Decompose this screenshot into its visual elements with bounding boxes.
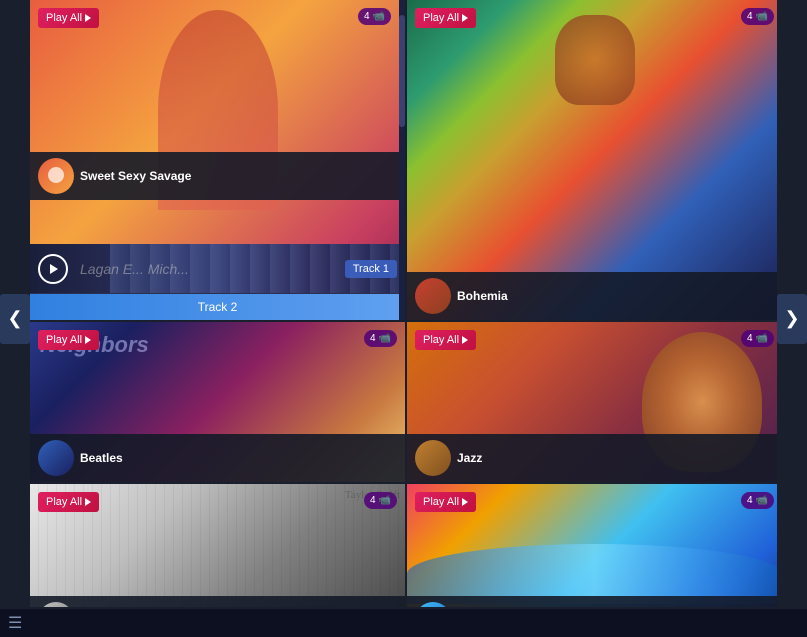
card-bohemia: Play All 4 📹 Bohemia [407, 0, 777, 320]
beetles-title: Beatles [80, 451, 123, 465]
play-all-button[interactable]: Play All [38, 8, 99, 28]
chevron-right-icon: ❯ [784, 308, 799, 329]
card-scrollbar[interactable] [399, 0, 405, 320]
card-info-bar: Sweet Sexy Savage [30, 152, 405, 200]
jazz-camera-icon: 📹 [756, 333, 768, 344]
play-all-bad-neeks-label: Play All [46, 496, 82, 508]
menu-icon[interactable]: ☰ [8, 613, 22, 633]
play-arrow-icon [85, 14, 91, 22]
jazz-video-badge: 4 📹 [741, 330, 774, 347]
play-all-jazz-button[interactable]: Play All [415, 330, 476, 350]
beetles-video-badge: 4 📹 [364, 330, 397, 347]
track-play-button[interactable] [38, 254, 68, 284]
bad-neeks-card-info: Bad Neeks [30, 596, 405, 607]
phonera-camera-icon: 📹 [756, 495, 768, 506]
bad-neeks-video-count: 4 [370, 495, 376, 506]
nav-left-button[interactable]: ❮ [0, 294, 30, 344]
bad-neeks-camera-icon: 📹 [379, 495, 391, 506]
card-beetles: Neighbors Play All 4 📹 Beatles [30, 322, 405, 482]
phonera-card-info: Phonera Mix Feat MNM [407, 596, 777, 607]
jazz-title: Jazz [457, 451, 482, 465]
wave-shape [407, 544, 777, 604]
avatar-head [48, 167, 64, 183]
bad-neeks-video-badge: 4 📹 [364, 492, 397, 509]
bohemia-card-info: Bohemia [407, 272, 777, 320]
nav-right-button[interactable]: ❯ [777, 294, 807, 344]
artist-avatar [38, 158, 74, 194]
camera-icon: 📹 [373, 11, 385, 22]
bohemia-avatar [415, 278, 451, 314]
track-list: Lagan E... Mich... Track 1 Track 2 [30, 244, 405, 320]
bohemia-title: Bohemia [457, 289, 508, 303]
jazz-video-count: 4 [747, 333, 753, 344]
card-phonera-mix: Play All 4 📹 Phonera Mix Feat MNM [407, 484, 777, 607]
play-all-jazz-label: Play All [423, 334, 459, 346]
chevron-left-icon: ❮ [7, 308, 22, 329]
phonera-video-count: 4 [747, 495, 753, 506]
track-play-icon [50, 264, 58, 274]
card-jazz: Play All 4 📹 Jazz [407, 322, 777, 482]
phonera-video-badge: 4 📹 [741, 492, 774, 509]
scrollbar-thumb [399, 15, 405, 127]
jazz-card-info: Jazz [407, 434, 777, 482]
play-arrow-phonera-icon [462, 498, 468, 506]
jazz-avatar [415, 440, 451, 476]
bohemia-camera-icon: 📹 [756, 11, 768, 22]
track-2-bar[interactable]: Track 2 [30, 294, 405, 320]
bottom-bar: ☰ [0, 609, 807, 637]
face-shape [555, 15, 635, 105]
video-count: 4 [364, 11, 370, 22]
beetles-video-count: 4 [370, 333, 376, 344]
play-all-bohemia-button[interactable]: Play All [415, 8, 476, 28]
play-all-bohemia-label: Play All [423, 12, 459, 24]
card-sweet-sexy-savage: Play All 4 📹 Sweet Sexy Savage [30, 0, 405, 320]
play-all-phonera-label: Play All [423, 496, 459, 508]
bad-neeks-avatar [38, 602, 74, 607]
beetles-camera-icon: 📹 [379, 333, 391, 344]
play-arrow-jazz-icon [462, 336, 468, 344]
play-arrow-beetles-icon [85, 336, 91, 344]
main-container: ❮ ❯ Play All 4 📹 [0, 0, 807, 637]
video-badge: 4 📹 [358, 8, 391, 25]
beetles-card-info: Beatles [30, 434, 405, 482]
beetles-avatar [38, 440, 74, 476]
play-all-label: Play All [46, 12, 82, 24]
card-bad-neeks: Taylor Swift Play All 4 📹 Bad Neeks [30, 484, 405, 607]
play-all-beetles-label: Play All [46, 334, 82, 346]
track-1-row[interactable]: Lagan E... Mich... Track 1 [30, 244, 405, 294]
track-1-badge: Track 1 [345, 260, 397, 278]
play-all-beetles-button[interactable]: Play All [38, 330, 99, 350]
play-arrow-bad-neeks-icon [85, 498, 91, 506]
phonera-avatar [415, 602, 451, 607]
bohemia-video-badge: 4 📹 [741, 8, 774, 25]
play-all-phonera-button[interactable]: Play All [415, 492, 476, 512]
play-arrow-bohemia-icon [462, 14, 468, 22]
bohemia-video-count: 4 [747, 11, 753, 22]
album-title: Sweet Sexy Savage [80, 169, 191, 183]
play-all-bad-neeks-button[interactable]: Play All [38, 492, 99, 512]
